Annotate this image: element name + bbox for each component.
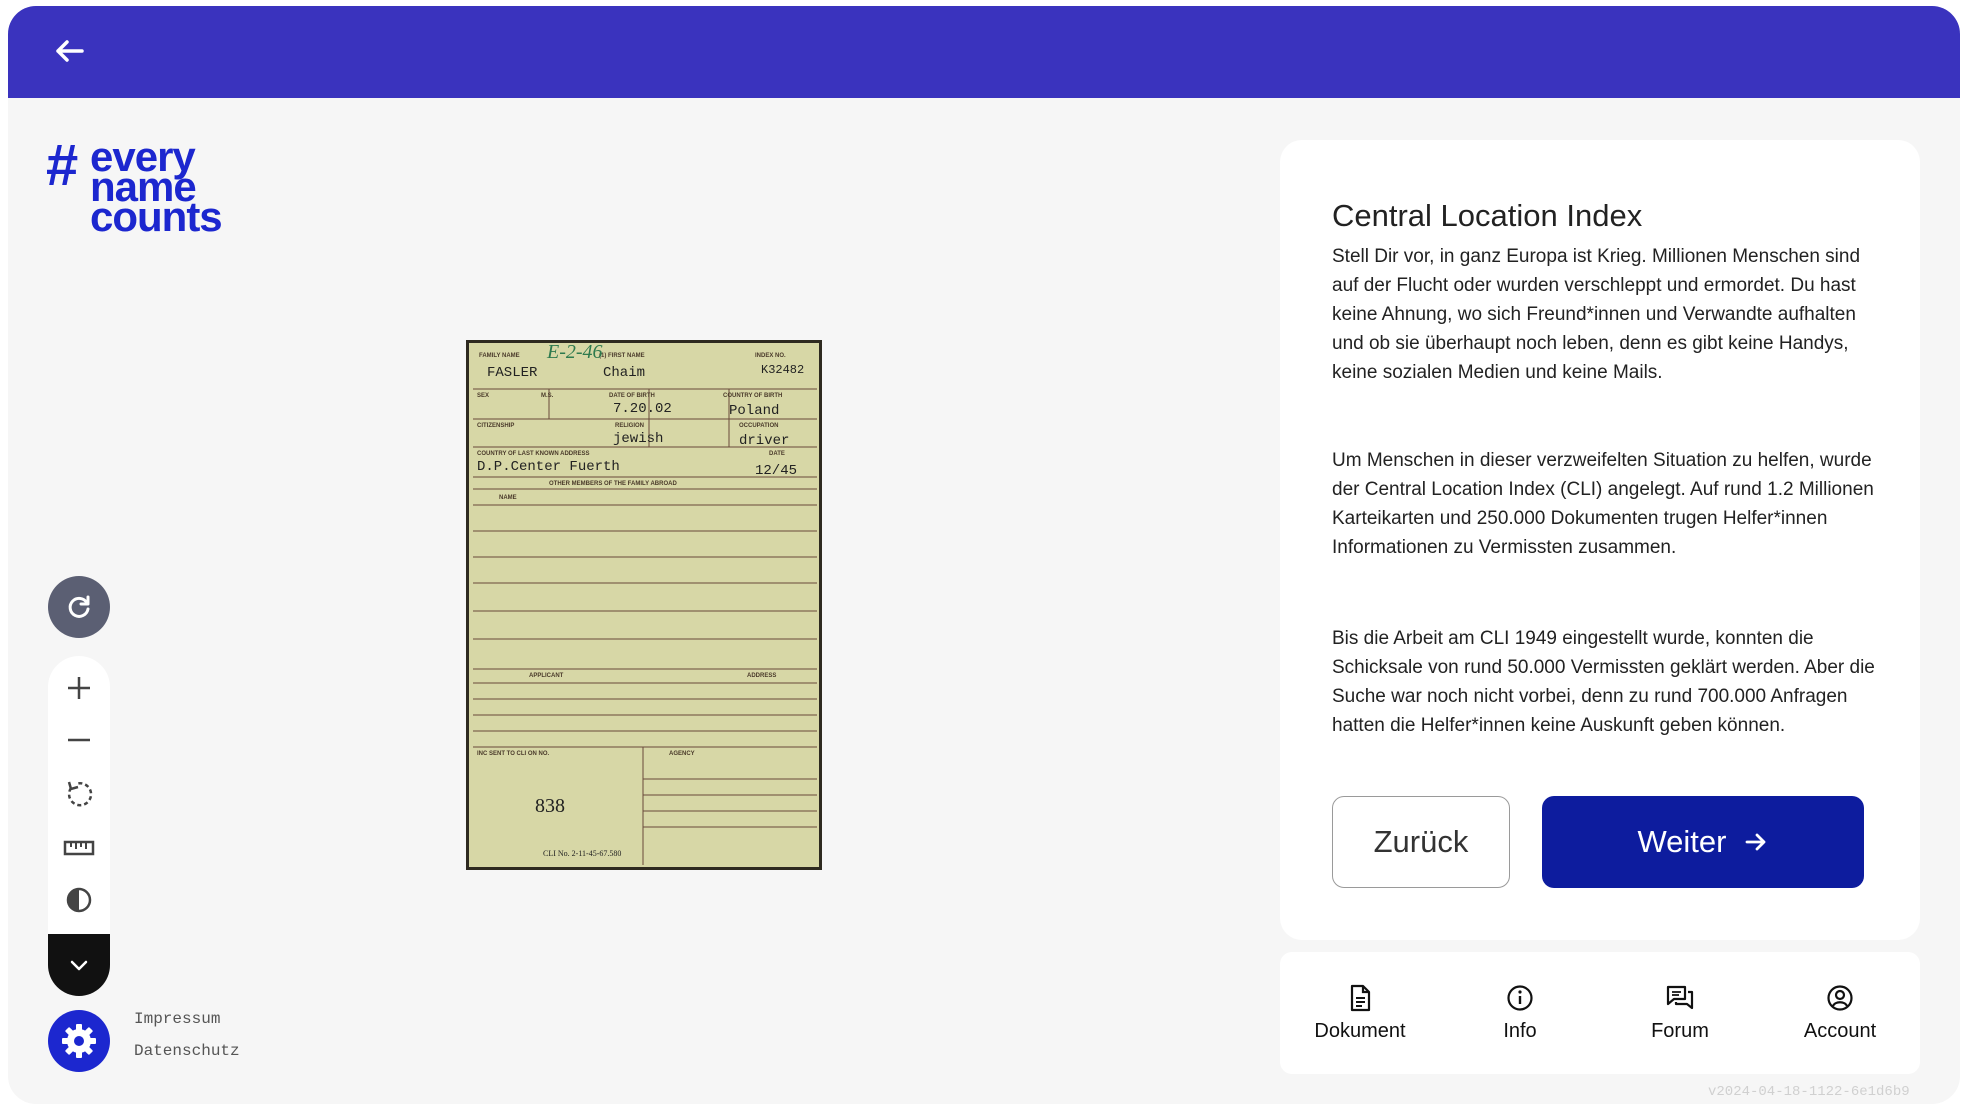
info-title: Central Location Index <box>1332 198 1643 233</box>
label-sex: SEX <box>477 393 490 399</box>
card-last-address: D.P.Center Fuerth <box>477 459 620 475</box>
card-cli-no: 838 <box>535 795 565 817</box>
logo-hash: # <box>46 133 79 198</box>
zoom-out-button[interactable] <box>48 718 110 762</box>
label-date: DATE <box>769 451 785 457</box>
card-index-no: K32482 <box>761 363 805 377</box>
label-ms: M.S. <box>541 393 554 399</box>
label-family-name: FAMILY NAME <box>479 353 520 359</box>
nav-account[interactable]: Account <box>1760 952 1920 1074</box>
rotate-button[interactable] <box>48 772 110 816</box>
label-occupation: OCCUPATION <box>739 423 779 429</box>
card-occupation: driver <box>739 433 790 449</box>
arrow-right-icon <box>1745 833 1765 851</box>
logo-word-counts: counts <box>90 193 223 240</box>
settings-button[interactable] <box>48 1010 110 1072</box>
label-citizenship: CITIZENSHIP <box>477 423 515 429</box>
document-scan[interactable]: FAMILY NAME (1) FIRST NAME INDEX NO. E-2… <box>466 340 822 870</box>
datenschutz-link[interactable]: Datenschutz <box>134 1042 240 1060</box>
rotate-icon <box>67 781 93 807</box>
ruler-button[interactable] <box>48 826 110 870</box>
card-handwritten-number: E-2-46 <box>547 341 603 363</box>
document-icon <box>1350 984 1371 1011</box>
account-icon <box>1827 984 1853 1011</box>
nav-info-label: Info <box>1503 1019 1537 1042</box>
collapse-toolbar-button[interactable] <box>48 934 110 996</box>
nav-forum[interactable]: Forum <box>1600 952 1760 1074</box>
label-agency: AGENCY <box>669 751 695 757</box>
label-other-members: OTHER MEMBERS OF THE FAMILY ABROAD <box>549 481 677 487</box>
label-name: NAME <box>499 495 517 501</box>
refresh-icon <box>68 595 90 618</box>
info-paragraph-1: Stell Dir vor, in ganz Europa ist Krieg.… <box>1332 246 1861 383</box>
impressum-link[interactable]: Impressum <box>134 1010 220 1028</box>
info-paragraph-3: Bis die Arbeit am CLI 1949 eingestellt w… <box>1332 628 1875 736</box>
info-paragraph-2: Um Menschen in dieser verzweifelten Situ… <box>1332 450 1874 558</box>
minus-icon <box>68 738 90 742</box>
nav-dokument-label: Dokument <box>1314 1019 1406 1042</box>
contrast-button[interactable] <box>48 878 110 922</box>
info-panel: Central Location Index Stell Dir vor, in… <box>1280 140 1920 940</box>
card-religion: jewish <box>613 431 664 447</box>
viewer-toolbar <box>48 656 110 954</box>
info-icon <box>1507 984 1533 1011</box>
label-cob: COUNTRY OF BIRTH <box>723 393 783 399</box>
label-address: COUNTRY OF LAST KNOWN ADDRESS <box>477 451 590 457</box>
bottom-nav: Dokument Info Forum Account <box>1280 952 1920 1074</box>
back-button[interactable] <box>52 34 92 70</box>
card-first-name: Chaim <box>603 365 646 381</box>
label-applicant: APPLICANT <box>529 673 564 679</box>
weiter-button[interactable]: Weiter <box>1542 796 1864 888</box>
reset-view-button[interactable] <box>48 576 110 638</box>
nav-dokument[interactable]: Dokument <box>1280 952 1440 1074</box>
label-index-no: INDEX NO. <box>755 353 786 359</box>
top-bar <box>8 6 1960 98</box>
weiter-label: Weiter <box>1637 824 1727 859</box>
zurueck-label: Zurück <box>1373 824 1469 859</box>
label-first-name: (1) FIRST NAME <box>599 353 645 359</box>
card-country-of-birth: Poland <box>729 403 780 419</box>
arrow-left-icon <box>56 40 84 62</box>
version-label: v2024-04-18-1122-6e1d6b9 <box>1708 1084 1910 1100</box>
gear-icon <box>62 1024 96 1058</box>
card-footer-print: CLI No. 2-11-45-67.580 <box>543 849 622 858</box>
ruler-icon <box>63 840 95 856</box>
card-date: 12/45 <box>755 463 798 479</box>
card-date-of-birth: 7.20.02 <box>613 401 672 417</box>
label-sent: INC SENT TO CLI ON NO. <box>477 751 550 757</box>
nav-info[interactable]: Info <box>1440 952 1600 1074</box>
forum-icon <box>1666 985 1694 1009</box>
zurueck-button[interactable]: Zurück <box>1332 796 1510 888</box>
card-family-name: FASLER <box>487 365 538 381</box>
card-ruling <box>473 388 817 865</box>
label-address-short: ADDRESS <box>747 673 777 679</box>
app-window: # every name counts FAMILY NAME (1) FIRS… <box>8 6 1960 1104</box>
contrast-icon <box>66 887 92 913</box>
nav-forum-label: Forum <box>1651 1019 1709 1042</box>
chevron-down-icon <box>70 960 88 971</box>
zoom-in-button[interactable] <box>48 666 110 710</box>
label-dob: DATE OF BIRTH <box>609 393 655 399</box>
plus-icon <box>68 677 90 699</box>
nav-account-label: Account <box>1803 1019 1877 1042</box>
label-religion: RELIGION <box>615 423 645 429</box>
